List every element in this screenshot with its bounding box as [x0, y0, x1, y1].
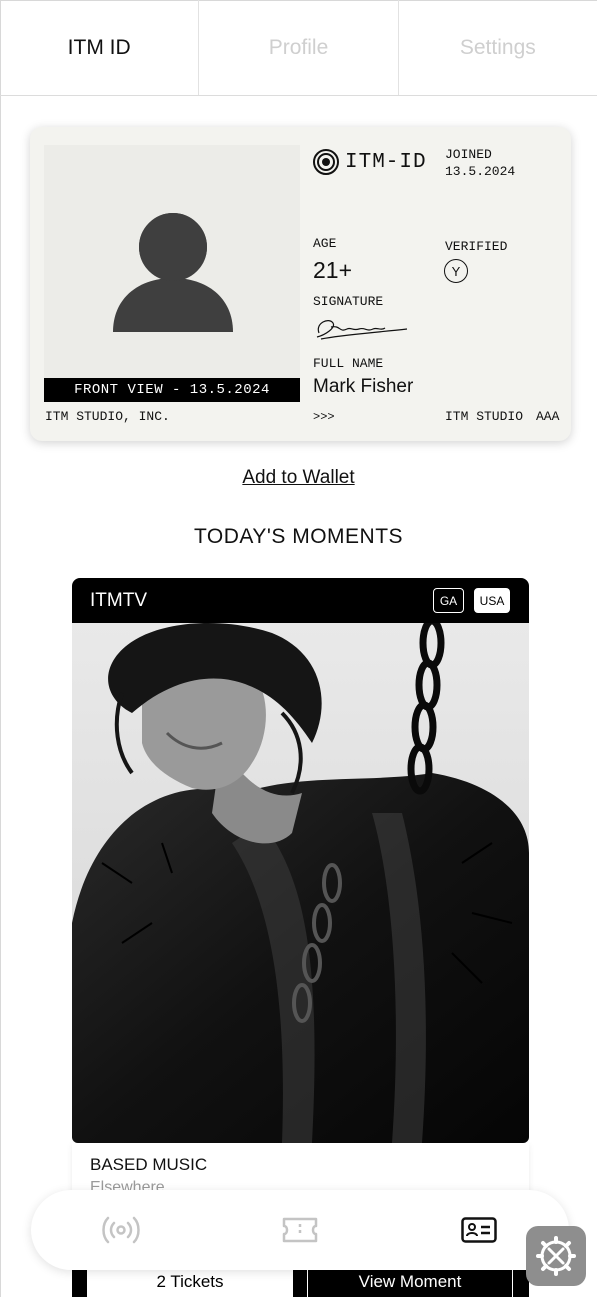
studio-text: ITM STUDIO: [445, 409, 524, 424]
grade-text: AAA: [536, 409, 560, 424]
ticket-icon[interactable]: [280, 1212, 320, 1248]
moment-header: ITMTV GA USA: [72, 578, 529, 623]
moment-title: BASED MUSIC: [90, 1155, 208, 1174]
age-value: 21+: [313, 257, 353, 283]
tab-itm-id[interactable]: ITM ID: [0, 0, 200, 95]
chevrons-text: >>>: [313, 410, 335, 424]
moment-action-bar: 2 Tickets View Moment: [72, 1266, 529, 1297]
add-to-wallet-link[interactable]: Add to Wallet: [0, 467, 597, 489]
tab-bar: ITM ID Profile Settings: [0, 0, 597, 96]
full-name-label: FULL NAME: [313, 356, 384, 371]
signature-label: SIGNATURE: [313, 294, 384, 309]
full-name-value: Mark Fisher: [313, 376, 414, 397]
tab-profile[interactable]: Profile: [199, 0, 399, 95]
broadcast-icon[interactable]: [101, 1212, 141, 1248]
tickets-button[interactable]: 2 Tickets: [87, 1266, 293, 1297]
tools-fab[interactable]: [526, 1226, 586, 1286]
ga-chip: GA: [433, 588, 464, 613]
signature-image: [316, 320, 408, 340]
moments-heading: TODAY'S MOMENTS: [193, 525, 404, 548]
brand-text: ITM-ID: [345, 150, 427, 174]
view-moment-button[interactable]: View Moment: [307, 1266, 513, 1297]
moment-image[interactable]: [72, 623, 529, 1143]
joined-label: JOINED: [445, 147, 492, 162]
joined-date: 13.5.2024: [445, 164, 516, 179]
id-card-icon[interactable]: [459, 1212, 499, 1248]
age-label: AGE: [313, 236, 337, 251]
verified-label: VERIFIED: [445, 239, 508, 254]
bottom-nav: [31, 1190, 569, 1270]
itm-id-brand: ITM-ID: [313, 149, 427, 175]
photo-caption: FRONT VIEW - 13.5.2024: [44, 378, 300, 402]
verified-badge: Y: [444, 259, 468, 283]
tab-settings[interactable]: Settings: [399, 0, 597, 95]
wrench-gear-icon: [536, 1236, 576, 1276]
moment-brand: ITMTV: [90, 590, 147, 611]
moment-photo: [72, 623, 529, 1143]
avatar-placeholder-icon: [113, 207, 233, 332]
itm-logo-icon: [313, 149, 339, 175]
profile-photo: FRONT VIEW - 13.5.2024: [44, 145, 300, 402]
usa-chip: USA: [474, 588, 510, 613]
id-card[interactable]: FRONT VIEW - 13.5.2024 ITM STUDIO, INC. …: [30, 127, 571, 441]
issuer-text: ITM STUDIO, INC.: [45, 409, 170, 424]
